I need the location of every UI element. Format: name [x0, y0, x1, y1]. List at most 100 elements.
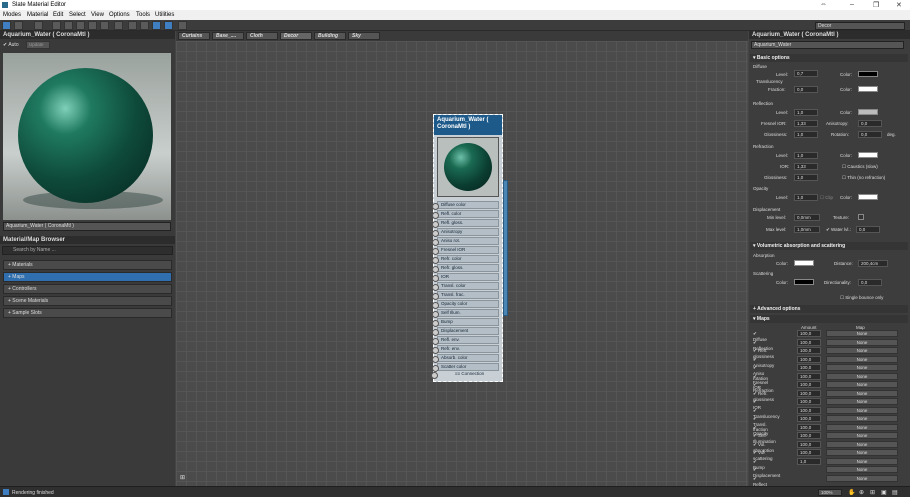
map-amount-spinner[interactable]: 100,0: [797, 423, 821, 431]
node-slot[interactable]: Transl. color: [432, 282, 499, 291]
layout-all-icon[interactable]: [128, 21, 137, 30]
opacity-color-swatch[interactable]: [858, 194, 878, 200]
pan-icon[interactable]: ✋: [848, 489, 855, 496]
tab-decor[interactable]: Decor: [280, 32, 312, 40]
node-slot[interactable]: Opacity color: [432, 300, 499, 309]
map-none-button[interactable]: None: [826, 381, 898, 388]
group-controllers[interactable]: + Controllers: [3, 284, 172, 294]
update-button[interactable]: Update: [26, 41, 50, 49]
opacity-level-spinner[interactable]: 1,0: [794, 194, 818, 201]
distance-spinner[interactable]: 200,4cm: [858, 260, 888, 267]
parameter-editor-toggle-icon[interactable]: [164, 21, 173, 30]
refr-color-swatch[interactable]: [858, 152, 878, 158]
min-level-spinner[interactable]: 0,0mm: [794, 214, 820, 221]
map-none-button[interactable]: None: [826, 474, 898, 482]
menu-material[interactable]: Material: [27, 12, 48, 18]
pick-material-icon[interactable]: [14, 21, 23, 30]
scatter-color-swatch[interactable]: [794, 279, 814, 285]
map-none-button[interactable]: None: [826, 449, 898, 456]
tab-base[interactable]: Base_....: [212, 32, 244, 40]
anisotropy-spinner[interactable]: 0,0: [858, 120, 882, 127]
material-name-dropdown[interactable]: Aquarium_Water ( CoronaMtl ): [3, 222, 171, 231]
node-slot[interactable]: Displacement: [432, 327, 499, 336]
node-slot[interactable]: Aniso rot.: [432, 237, 499, 246]
node-slot[interactable]: Diffuse color: [432, 201, 499, 210]
transl-color-swatch[interactable]: [858, 86, 878, 92]
map-none-button[interactable]: None: [826, 398, 898, 405]
map-none-button[interactable]: None: [826, 415, 898, 422]
material-browser-toggle-icon[interactable]: [152, 21, 161, 30]
map-amount-spinner[interactable]: 100,0: [797, 432, 821, 439]
menu-utilities[interactable]: Utilities: [155, 12, 174, 18]
node-slot[interactable]: Self Illum.: [432, 309, 499, 318]
caustics-checkbox[interactable]: ☐ Caustics (slow): [842, 164, 878, 170]
tab-cloth[interactable]: Cloth: [246, 32, 278, 40]
node-slot[interactable]: Fresnel IOR: [432, 246, 499, 255]
map-none-button[interactable]: None: [826, 440, 898, 448]
close-button[interactable]: ✕: [896, 1, 902, 9]
node-slot[interactable]: Refr. gloss.: [432, 264, 499, 273]
map-none-button[interactable]: None: [826, 432, 898, 439]
map-amount-spinner[interactable]: 100,0: [797, 398, 821, 405]
group-scene-materials[interactable]: + Scene Materials: [3, 296, 172, 306]
put-to-scene-icon[interactable]: [34, 21, 43, 30]
navigator-icon[interactable]: ⊞: [180, 474, 185, 481]
show-map-icon[interactable]: [114, 21, 123, 30]
menu-edit[interactable]: Edit: [53, 12, 63, 18]
refl-color-swatch[interactable]: [858, 109, 878, 115]
advanced-rollout[interactable]: + Advanced options: [750, 305, 908, 313]
nav-icon[interactable]: [178, 21, 187, 30]
refl-gloss-spinner[interactable]: 1,0: [794, 131, 818, 138]
menu-view[interactable]: View: [91, 12, 104, 18]
search-input[interactable]: Search by Name ...: [2, 246, 173, 255]
group-maps[interactable]: + Maps: [3, 272, 172, 282]
delete-icon[interactable]: [64, 21, 73, 30]
single-bounce-checkbox[interactable]: ☐ Single bounce only: [840, 295, 883, 301]
background-icon[interactable]: [100, 21, 109, 30]
map-amount-spinner[interactable]: 100,0: [797, 347, 821, 354]
menu-tools[interactable]: Tools: [136, 12, 150, 18]
node-slot[interactable]: Refl. gloss.: [432, 219, 499, 228]
map-amount-spinner[interactable]: 1,0: [797, 457, 821, 465]
refr-gloss-spinner[interactable]: 1,0: [794, 174, 818, 181]
hide-slots-icon[interactable]: [88, 21, 97, 30]
clip-checkbox[interactable]: ☐ Clip: [820, 195, 833, 201]
map-amount-spinner[interactable]: 100,0: [797, 389, 821, 397]
refl-level-spinner[interactable]: 1,0: [794, 109, 818, 116]
map-none-button[interactable]: None: [826, 338, 898, 346]
view-select-dropdown[interactable]: Decor: [815, 22, 905, 30]
select-tool-icon[interactable]: [2, 21, 11, 30]
refr-level-spinner[interactable]: 1,0: [794, 152, 818, 159]
map-amount-spinner[interactable]: 100,0: [797, 330, 821, 337]
tab-curtains[interactable]: Curtains: [178, 32, 210, 40]
maps-rollout[interactable]: ▾ Maps: [750, 315, 908, 323]
node-slot[interactable]: Refr. color: [432, 255, 499, 264]
map-amount-spinner[interactable]: 100,0: [797, 372, 821, 380]
restore-arrows-icon[interactable]: ⇔: [820, 1, 827, 8]
map-amount-spinner[interactable]: 100,0: [797, 449, 821, 456]
absorption-color-swatch[interactable]: [794, 260, 814, 266]
tab-building[interactable]: Building: [314, 32, 346, 40]
rotation-spinner[interactable]: 0,0: [858, 131, 882, 138]
map-none-button[interactable]: None: [826, 457, 898, 465]
assign-material-icon[interactable]: [52, 21, 61, 30]
map-amount-spinner[interactable]: 100,0: [797, 355, 821, 363]
node-slot[interactable]: IOR: [432, 273, 499, 282]
menu-select[interactable]: Select: [69, 12, 86, 18]
zoom-icon[interactable]: ⊕: [859, 489, 864, 496]
map-none-button[interactable]: None: [826, 406, 898, 414]
group-sample-slots[interactable]: + Sample Slots: [3, 308, 172, 318]
node-slot[interactable]: Bump: [432, 318, 499, 327]
map-none-button[interactable]: None: [826, 372, 898, 380]
node-more-button[interactable]: ≡≡ Connection: [431, 371, 499, 379]
map-none-button[interactable]: None: [826, 466, 898, 473]
zoom-region-icon[interactable]: ⊞: [870, 489, 875, 496]
zoom-dropdown[interactable]: 100%: [818, 489, 842, 496]
map-none-button[interactable]: None: [826, 364, 898, 371]
water-level-checkbox[interactable]: ✔ Water lvl.:: [826, 227, 851, 233]
menu-options[interactable]: Options: [109, 12, 130, 18]
map-amount-spinner[interactable]: 100,0: [797, 440, 821, 448]
layout-children-icon[interactable]: [140, 21, 149, 30]
volumetric-rollout[interactable]: ▾ Volumetric absorption and scattering: [750, 242, 908, 250]
map-none-button[interactable]: None: [826, 330, 898, 337]
